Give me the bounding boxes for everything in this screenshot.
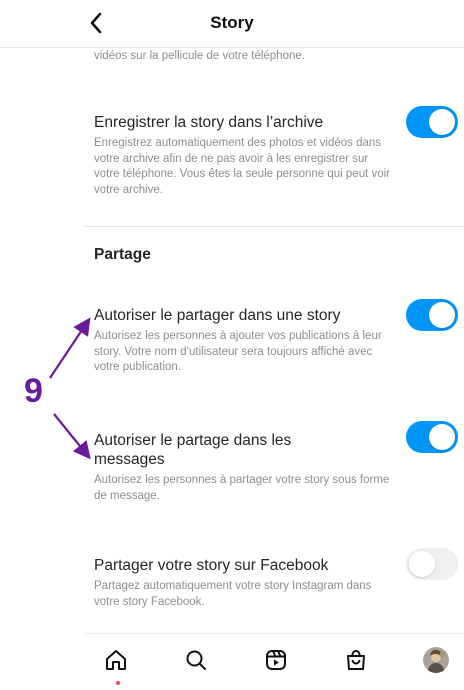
avatar: [423, 647, 449, 673]
shop-icon: [347, 650, 365, 670]
annotation-arrows: [49, 317, 91, 460]
bottom-tab-bar: [84, 633, 464, 690]
profile-avatar-icon: [423, 647, 449, 673]
arrow-up: [49, 317, 91, 379]
tab-search[interactable]: [181, 645, 211, 675]
arrow-down: [53, 413, 91, 460]
search-icon: [186, 650, 206, 670]
tab-shop[interactable]: [341, 645, 371, 675]
notification-dot: [116, 681, 120, 685]
tab-profile[interactable]: [421, 645, 451, 675]
tab-home[interactable]: [101, 645, 131, 675]
reels-icon: [266, 650, 286, 670]
home-icon: [106, 650, 126, 670]
tab-reels[interactable]: [261, 645, 291, 675]
